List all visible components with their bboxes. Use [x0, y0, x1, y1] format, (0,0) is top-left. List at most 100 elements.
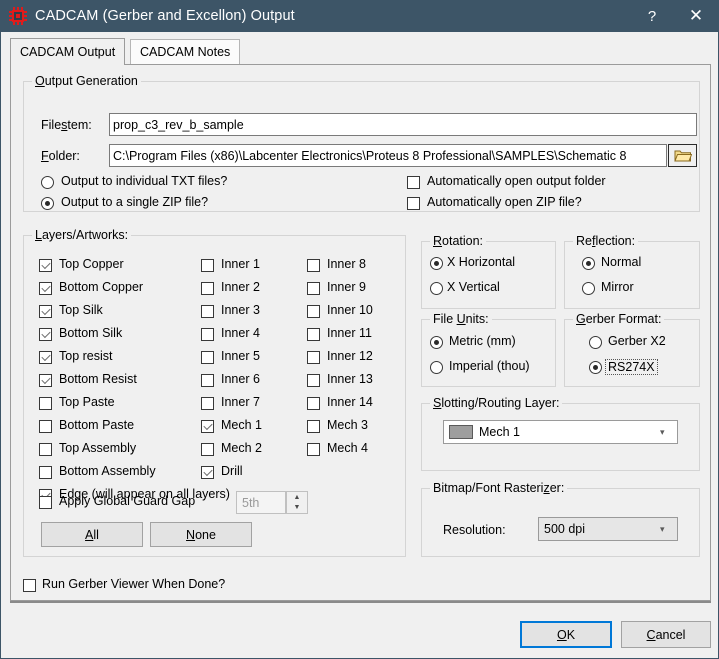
- close-button[interactable]: ✕: [674, 0, 718, 32]
- radio-normal[interactable]: [582, 257, 595, 270]
- checkbox-layer-inner-4[interactable]: [201, 328, 214, 341]
- checkbox-layer-bottom-resist[interactable]: [39, 374, 52, 387]
- checkbox-layer-top-assembly[interactable]: [39, 443, 52, 456]
- checkbox-layer-inner-12[interactable]: [307, 351, 320, 364]
- folder-input[interactable]: C:\Program Files (x86)\Labcenter Electro…: [109, 144, 667, 167]
- checkbox-layer-label: Inner 14: [327, 395, 373, 409]
- layers-group-label: Layers/Artworks:: [32, 228, 132, 242]
- checkbox-layer-label: Inner 8: [327, 257, 366, 271]
- tab-strip: CADCAM Output CADCAM Notes: [10, 38, 710, 65]
- help-button[interactable]: ?: [630, 0, 674, 32]
- ic-chip-icon: [9, 7, 27, 25]
- chevron-down-icon[interactable]: ▾: [660, 525, 669, 534]
- cancel-button[interactable]: Cancel: [621, 621, 711, 648]
- spinner-down-icon[interactable]: ▼: [287, 503, 307, 514]
- folder-label: Folder:: [41, 149, 80, 163]
- checkbox-layer-bottom-paste[interactable]: [39, 420, 52, 433]
- checkbox-layer-label: Inner 4: [221, 326, 260, 340]
- tab-cadcam-notes[interactable]: CADCAM Notes: [130, 39, 241, 64]
- resolution-select[interactable]: 500 dpi ▾: [538, 517, 678, 541]
- checkbox-layer-label: Top resist: [59, 349, 113, 363]
- checkbox-layer-label: Inner 3: [221, 303, 260, 317]
- tab-content-panel: Output Generation Filestem: prop_c3_rev_…: [10, 64, 711, 601]
- checkbox-layer-bottom-assembly[interactable]: [39, 466, 52, 479]
- checkbox-layer-inner-7[interactable]: [201, 397, 214, 410]
- reflection-group-label: Reflection:: [573, 234, 639, 248]
- checkbox-layer-inner-6[interactable]: [201, 374, 214, 387]
- checkbox-auto-open-folder[interactable]: [407, 176, 420, 189]
- radio-metric[interactable]: [430, 336, 443, 349]
- checkbox-layer-label: Inner 6: [221, 372, 260, 386]
- checkbox-layer-top-paste[interactable]: [39, 397, 52, 410]
- checkbox-layer-label: Top Assembly: [59, 441, 137, 455]
- checkbox-layer-mech-2[interactable]: [201, 443, 214, 456]
- reflection-group: Reflection:: [564, 234, 700, 309]
- checkbox-layer-label: Inner 1: [221, 257, 260, 271]
- checkbox-layer-top-copper[interactable]: [39, 259, 52, 272]
- radio-gerber-x2-label: Gerber X2: [608, 334, 666, 348]
- checkbox-layer-label: Mech 4: [327, 441, 368, 455]
- radio-x-horizontal[interactable]: [430, 257, 443, 270]
- checkbox-layer-inner-11[interactable]: [307, 328, 320, 341]
- checkbox-layer-inner-13[interactable]: [307, 374, 320, 387]
- slotting-layer-value: Mech 1: [479, 425, 520, 439]
- gerber-format-group: Gerber Format:: [564, 312, 700, 387]
- output-generation-label: Output Generation: [32, 74, 141, 88]
- radio-normal-label: Normal: [601, 255, 642, 269]
- slotting-layer-select[interactable]: Mech 1 ▾: [443, 420, 678, 444]
- checkbox-layer-inner-14[interactable]: [307, 397, 320, 410]
- checkbox-layer-label: Mech 1: [221, 418, 262, 432]
- browse-folder-button[interactable]: [668, 144, 697, 167]
- checkbox-layer-mech-3[interactable]: [307, 420, 320, 433]
- filestem-input[interactable]: prop_c3_rev_b_sample: [109, 113, 697, 136]
- checkbox-layer-bottom-copper[interactable]: [39, 282, 52, 295]
- checkbox-layer-label: Bottom Paste: [59, 418, 135, 432]
- checkbox-layer-bottom-silk[interactable]: [39, 328, 52, 341]
- checkbox-layer-label: Bottom Assembly: [59, 464, 156, 478]
- checkbox-layer-inner-5[interactable]: [201, 351, 214, 364]
- chevron-down-icon[interactable]: ▾: [660, 428, 669, 437]
- radio-rs274x-label: RS274X: [605, 359, 658, 375]
- radio-mirror[interactable]: [582, 282, 595, 295]
- checkbox-layer-inner-8[interactable]: [307, 259, 320, 272]
- checkbox-layer-top-silk[interactable]: [39, 305, 52, 318]
- rasterizer-group-label: Bitmap/Font Rasterizer:: [430, 481, 568, 495]
- checkbox-layer-mech-1[interactable]: [201, 420, 214, 433]
- checkbox-layer-top-resist[interactable]: [39, 351, 52, 364]
- slotting-routing-group-label: Slotting/Routing Layer:: [430, 396, 563, 410]
- checkbox-layer-inner-9[interactable]: [307, 282, 320, 295]
- select-all-layers-button[interactable]: All: [41, 522, 143, 547]
- window-title: CADCAM (Gerber and Excellon) Output: [35, 8, 295, 24]
- checkbox-layer-label: Bottom Copper: [59, 280, 144, 294]
- ok-button[interactable]: OK: [520, 621, 612, 648]
- radio-mirror-label: Mirror: [601, 280, 634, 294]
- checkbox-run-gerber-viewer[interactable]: [23, 579, 36, 592]
- file-units-group-label: File Units:: [430, 312, 492, 326]
- resolution-label: Resolution:: [443, 523, 506, 537]
- checkbox-layer-drill[interactable]: [201, 466, 214, 479]
- checkbox-global-guard-gap[interactable]: [39, 496, 52, 509]
- radio-rs274x[interactable]: [589, 361, 602, 374]
- checkbox-layer-label: Top Copper: [59, 257, 124, 271]
- checkbox-layer-mech-4[interactable]: [307, 443, 320, 456]
- radio-x-vertical[interactable]: [430, 282, 443, 295]
- checkbox-layer-inner-10[interactable]: [307, 305, 320, 318]
- select-none-layers-button[interactable]: None: [150, 522, 252, 547]
- checkbox-layer-label: Inner 13: [327, 372, 373, 386]
- radio-output-txt[interactable]: [41, 176, 54, 189]
- radio-gerber-x2[interactable]: [589, 336, 602, 349]
- checkbox-layer-inner-2[interactable]: [201, 282, 214, 295]
- spinner-up-icon[interactable]: ▲: [287, 492, 307, 503]
- radio-output-zip[interactable]: [41, 197, 54, 210]
- checkbox-layer-label: Inner 12: [327, 349, 373, 363]
- radio-imperial[interactable]: [430, 361, 443, 374]
- gerber-format-group-label: Gerber Format:: [573, 312, 665, 326]
- tab-cadcam-output[interactable]: CADCAM Output: [10, 38, 126, 65]
- layer-color-swatch: [449, 425, 473, 439]
- guard-gap-value[interactable]: 5th: [236, 491, 286, 514]
- checkbox-layer-inner-3[interactable]: [201, 305, 214, 318]
- guard-gap-spinner[interactable]: ▲ ▼: [286, 491, 308, 514]
- checkbox-layer-label: Top Paste: [59, 395, 115, 409]
- checkbox-layer-inner-1[interactable]: [201, 259, 214, 272]
- checkbox-auto-open-zip[interactable]: [407, 197, 420, 210]
